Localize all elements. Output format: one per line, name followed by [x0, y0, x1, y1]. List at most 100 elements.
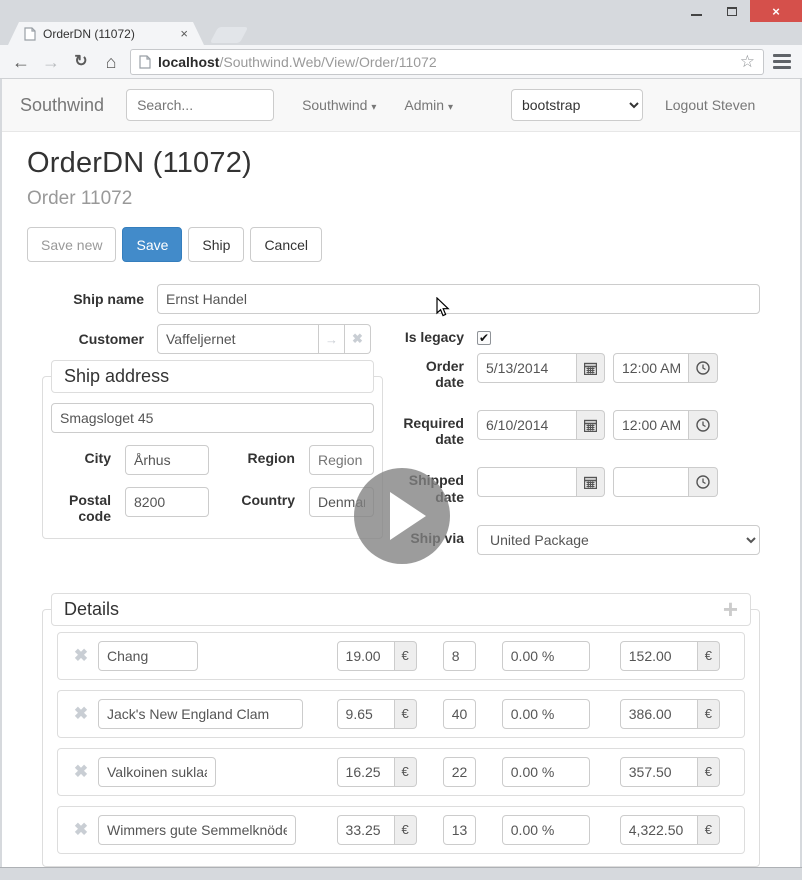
currency-addon: €: [698, 699, 720, 729]
window-close-button[interactable]: ×: [750, 0, 802, 22]
browser-window: × OrderDN (11072) × ← → ↻ ⌂ localhost/So…: [0, 0, 802, 879]
play-icon: [390, 492, 426, 540]
details-fieldset: Details + ✖ € € ✖: [42, 609, 760, 867]
app-navbar: Southwind Southwind ▾ Admin ▾ bootstrap …: [2, 79, 800, 132]
order-time-input[interactable]: [613, 353, 689, 383]
save-button[interactable]: Save: [122, 227, 182, 262]
tab-close-icon[interactable]: ×: [180, 27, 188, 40]
currency-addon: €: [395, 757, 417, 787]
subtotal-input[interactable]: [620, 815, 698, 845]
forward-icon[interactable]: →: [40, 53, 62, 71]
shipped-time-input[interactable]: [613, 467, 689, 497]
theme-select[interactable]: bootstrap: [511, 89, 643, 121]
save-new-button[interactable]: Save new: [27, 227, 116, 262]
postal-code-input[interactable]: [125, 487, 209, 517]
discount-input[interactable]: [502, 641, 590, 671]
clock-icon[interactable]: [689, 353, 718, 383]
ship-via-row: Ship via United Package: [399, 525, 760, 555]
url-bar[interactable]: localhost/Southwind.Web/View/Order/11072…: [130, 49, 764, 75]
window-minimize-button[interactable]: [678, 0, 714, 22]
browser-tab[interactable]: OrderDN (11072) ×: [8, 22, 204, 45]
product-input[interactable]: [98, 699, 303, 729]
is-legacy-checkbox[interactable]: ✔: [477, 331, 491, 345]
details-legend: Details +: [51, 593, 751, 626]
discount-input[interactable]: [502, 815, 590, 845]
subtotal-input[interactable]: [620, 641, 698, 671]
product-input[interactable]: [98, 641, 198, 671]
mouse-cursor: [436, 297, 450, 317]
postal-code-label: Postal code: [51, 487, 111, 524]
calendar-icon[interactable]: [577, 467, 605, 497]
cancel-button[interactable]: Cancel: [250, 227, 322, 262]
customer-remove-button[interactable]: ✖: [345, 324, 371, 354]
clock-icon[interactable]: [689, 410, 718, 440]
remove-row-icon[interactable]: ✖: [64, 704, 98, 724]
country-label: Country: [223, 487, 295, 508]
customer-input[interactable]: [157, 324, 319, 354]
home-icon[interactable]: ⌂: [100, 53, 122, 71]
shipped-date-group: [477, 467, 605, 497]
quantity-input[interactable]: [443, 815, 476, 845]
window-maximize-button[interactable]: [714, 0, 750, 22]
region-input[interactable]: [309, 445, 374, 475]
chevron-down-icon: ▾: [371, 102, 376, 113]
unit-price-input[interactable]: [337, 699, 395, 729]
ship-name-input[interactable]: [157, 284, 760, 314]
discount-input[interactable]: [502, 699, 590, 729]
remove-row-icon[interactable]: ✖: [64, 820, 98, 840]
region-label: Region: [223, 445, 295, 466]
search-input[interactable]: [126, 89, 274, 121]
ship-name-label: Ship name: [27, 291, 157, 307]
ship-via-select[interactable]: United Package: [477, 525, 760, 555]
city-input[interactable]: [125, 445, 209, 475]
menu-admin[interactable]: Admin ▾: [404, 97, 453, 113]
calendar-icon[interactable]: [577, 353, 605, 383]
video-play-button[interactable]: [354, 468, 450, 564]
order-date-group: [477, 353, 605, 383]
quantity-input[interactable]: [443, 641, 476, 671]
remove-row-icon[interactable]: ✖: [64, 646, 98, 666]
product-input[interactable]: [98, 815, 296, 845]
clock-icon[interactable]: [689, 467, 718, 497]
required-time-group: [613, 410, 718, 440]
subtotal-input[interactable]: [620, 699, 698, 729]
required-date-input[interactable]: [477, 410, 577, 440]
address-input[interactable]: [51, 403, 374, 433]
order-date-input[interactable]: [477, 353, 577, 383]
quantity-input[interactable]: [443, 699, 476, 729]
unit-price-input[interactable]: [337, 641, 395, 671]
reload-icon[interactable]: ↻: [70, 54, 92, 70]
new-tab-button[interactable]: [210, 27, 249, 43]
page-icon: [139, 55, 151, 69]
customer-row: Customer → ✖: [27, 324, 383, 354]
browser-menu-icon[interactable]: [772, 54, 792, 69]
required-time-input[interactable]: [613, 410, 689, 440]
discount-input[interactable]: [502, 757, 590, 787]
currency-addon: €: [698, 641, 720, 671]
logout-link[interactable]: Logout Steven: [665, 97, 755, 113]
unit-price-input[interactable]: [337, 757, 395, 787]
subtotal-input[interactable]: [620, 757, 698, 787]
remove-row-icon[interactable]: ✖: [64, 762, 98, 782]
page-title: OrderDN (11072): [27, 147, 760, 180]
quantity-input[interactable]: [443, 757, 476, 787]
order-date-row: Order date: [399, 353, 760, 390]
ship-button[interactable]: Ship: [188, 227, 244, 262]
required-date-label: Required date: [399, 410, 477, 447]
is-legacy-row: Is legacy ✔: [399, 324, 760, 345]
detail-row: ✖ € €: [57, 806, 745, 854]
add-detail-button[interactable]: +: [723, 596, 738, 622]
window-titlebar: ×: [0, 0, 802, 22]
bookmark-star-icon[interactable]: ☆: [740, 52, 755, 72]
shipped-date-input[interactable]: [477, 467, 577, 497]
customer-go-button[interactable]: →: [319, 324, 345, 354]
is-legacy-label: Is legacy: [399, 324, 477, 345]
brand[interactable]: Southwind: [20, 95, 104, 116]
unit-price-input[interactable]: [337, 815, 395, 845]
product-input[interactable]: [98, 757, 216, 787]
currency-addon: €: [395, 641, 417, 671]
calendar-icon[interactable]: [577, 410, 605, 440]
menu-southwind[interactable]: Southwind ▾: [302, 97, 376, 113]
page-subtitle: Order 11072: [27, 188, 760, 210]
back-icon[interactable]: ←: [10, 53, 32, 71]
